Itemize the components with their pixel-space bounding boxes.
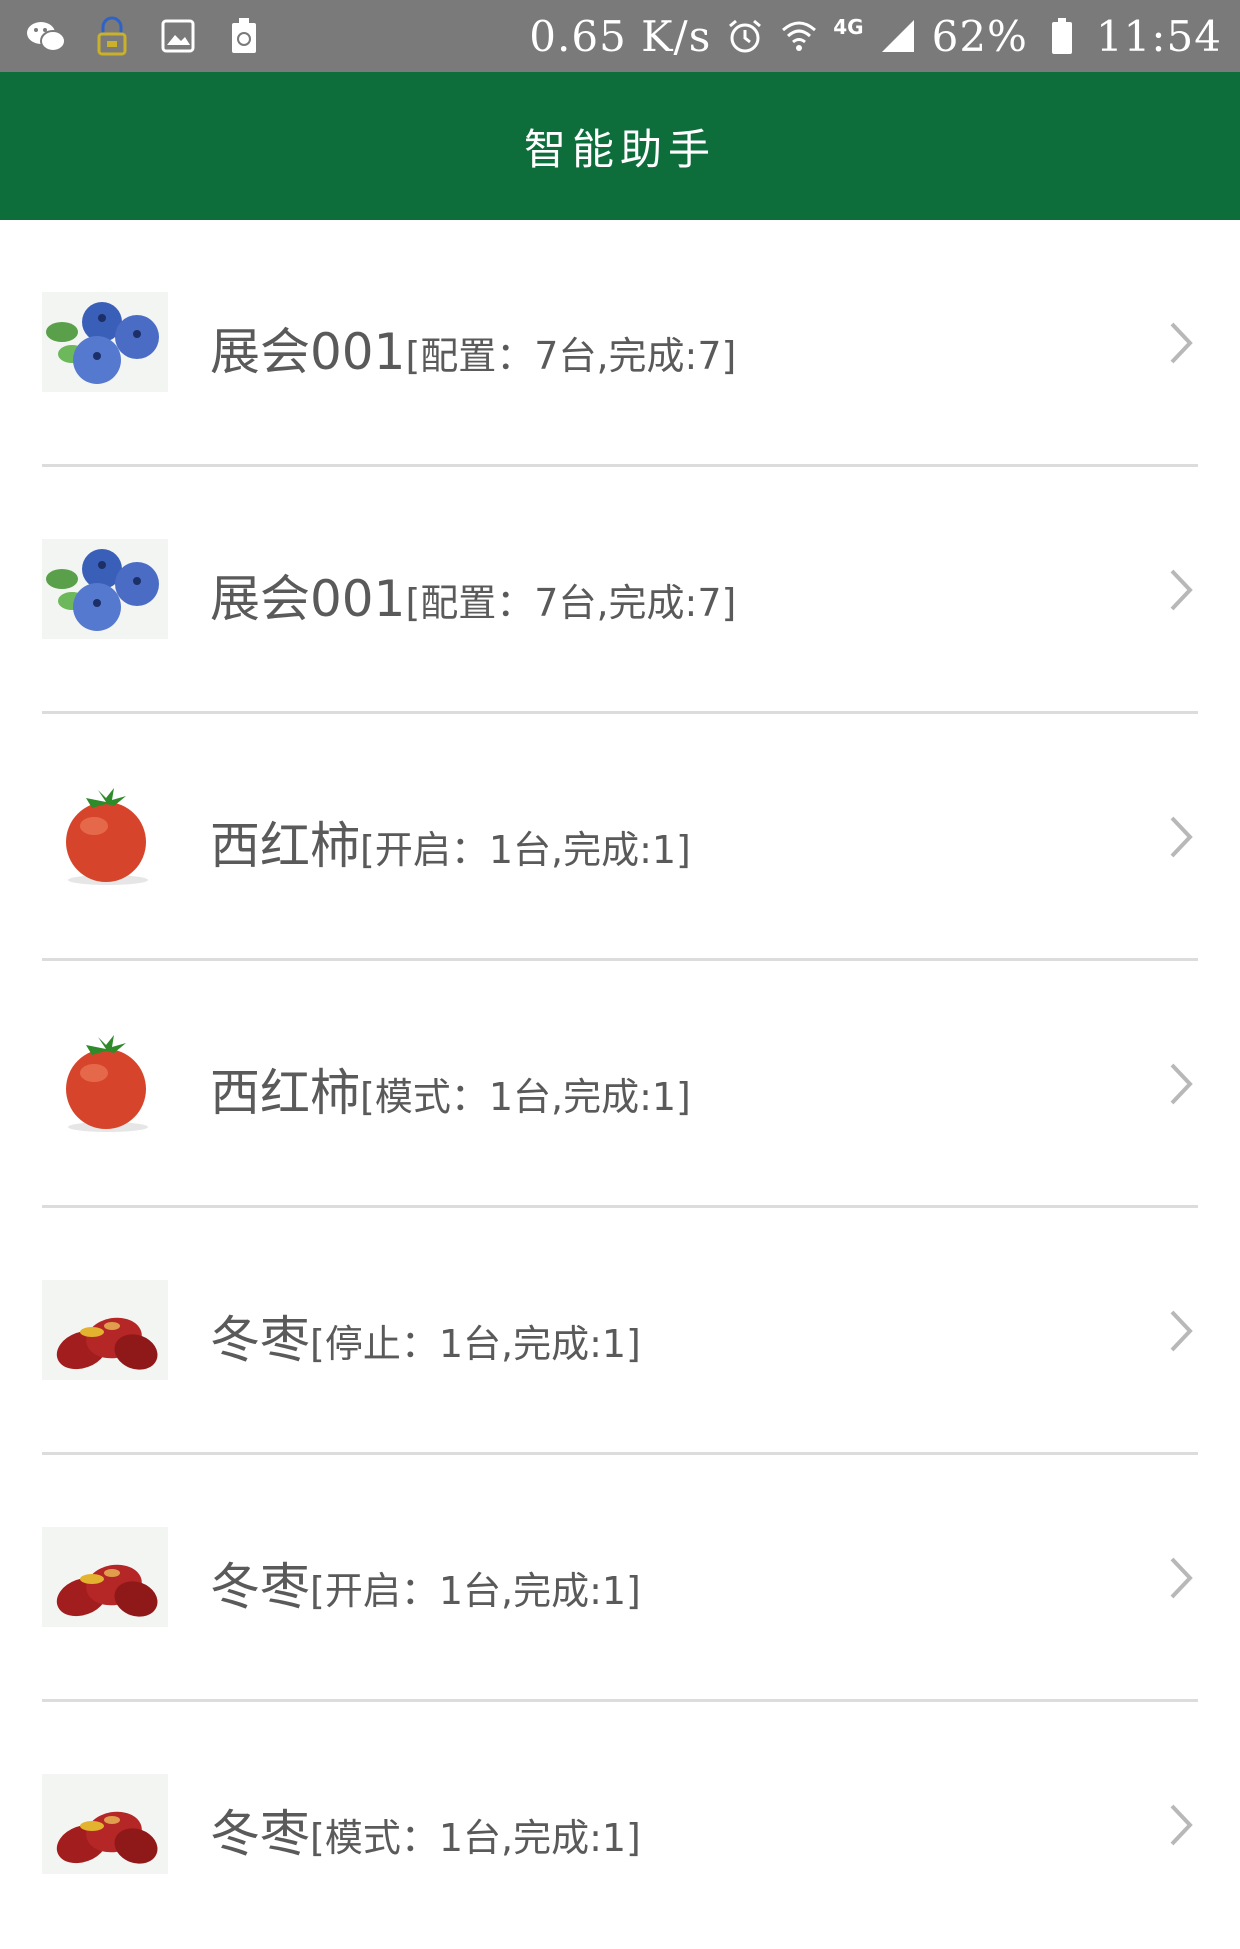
device-group-list: 展会001[配置：7台,完成:7] 展会001[配置：7台,完成:7] 西红柿[… <box>0 220 1240 1949</box>
wifi-icon <box>779 16 819 56</box>
page-title: 智能助手 <box>523 124 716 174</box>
item-name: 冬枣 <box>210 1805 310 1863</box>
list-item[interactable]: 西红柿[开启：1台,完成:1] <box>0 714 1240 961</box>
item-name: 西红柿 <box>210 1064 360 1122</box>
blueberry-icon <box>42 292 168 392</box>
item-name: 冬枣 <box>210 1558 310 1616</box>
app-header: 智能助手 <box>0 72 1240 220</box>
chevron-right-icon <box>1166 1802 1196 1848</box>
item-label: 西红柿[模式：1台,完成:1] <box>210 1053 691 1125</box>
chevron-right-icon <box>1166 1308 1196 1354</box>
item-label: 冬枣[停止：1台,完成:1] <box>210 1300 641 1372</box>
list-item[interactable]: 冬枣[停止：1台,完成:1] <box>0 1208 1240 1455</box>
lock-icon <box>92 16 132 56</box>
item-name: 展会001 <box>210 323 406 381</box>
chevron-right-icon <box>1166 1061 1196 1107</box>
item-label: 冬枣[模式：1台,完成:1] <box>210 1794 641 1866</box>
jujube-icon <box>42 1527 168 1627</box>
recycle-icon <box>224 16 264 56</box>
battery-percent: 62% <box>931 11 1028 61</box>
list-item[interactable]: 西红柿[模式：1台,完成:1] <box>0 961 1240 1208</box>
alarm-icon <box>725 16 765 56</box>
item-detail: [配置：7台,完成:7] <box>405 581 737 625</box>
item-detail: [停止：1台,完成:1] <box>310 1322 641 1366</box>
item-detail: [模式：1台,完成:1] <box>360 1075 691 1119</box>
network-speed: 0.65 K/s <box>529 11 712 61</box>
blueberry-icon <box>42 539 168 639</box>
chevron-right-icon <box>1166 1555 1196 1601</box>
item-label: 冬枣[开启：1台,完成:1] <box>210 1547 641 1619</box>
item-label: 西红柿[开启：1台,完成:1] <box>210 806 691 878</box>
item-label: 展会001[配置：7台,完成:7] <box>210 559 736 631</box>
item-name: 展会001 <box>210 570 406 628</box>
clock: 11:54 <box>1095 11 1222 61</box>
list-item[interactable]: 展会001[配置：7台,完成:7] <box>0 220 1240 467</box>
item-label: 展会001[配置：7台,完成:7] <box>210 312 736 384</box>
list-item[interactable]: 冬枣[模式：1台,完成:1] <box>0 1702 1240 1949</box>
signal-icon <box>878 16 918 56</box>
list-item[interactable]: 冬枣[开启：1台,完成:1] <box>0 1455 1240 1702</box>
chevron-right-icon <box>1166 567 1196 613</box>
item-detail: [配置：7台,完成:7] <box>405 334 737 378</box>
chevron-right-icon <box>1166 320 1196 366</box>
status-left-icons <box>26 16 264 56</box>
jujube-icon <box>42 1280 168 1380</box>
item-detail: [开启：1台,完成:1] <box>310 1569 641 1613</box>
status-bar: 0.65 K/s 4G 62% 11:54 <box>0 0 1240 72</box>
network-type: 4G <box>833 15 864 39</box>
item-name: 冬枣 <box>210 1311 310 1369</box>
tomato-icon <box>42 786 168 886</box>
item-detail: [模式：1台,完成:1] <box>310 1816 641 1860</box>
image-icon <box>158 16 198 56</box>
item-name: 西红柿 <box>210 817 360 875</box>
status-right: 0.65 K/s 4G 62% 11:54 <box>529 12 1222 61</box>
battery-icon <box>1042 16 1082 56</box>
item-detail: [开启：1台,完成:1] <box>360 828 691 872</box>
chevron-right-icon <box>1166 814 1196 860</box>
wechat-icon <box>26 16 66 56</box>
list-item[interactable]: 展会001[配置：7台,完成:7] <box>0 467 1240 714</box>
jujube-icon <box>42 1774 168 1874</box>
tomato-icon <box>42 1033 168 1133</box>
